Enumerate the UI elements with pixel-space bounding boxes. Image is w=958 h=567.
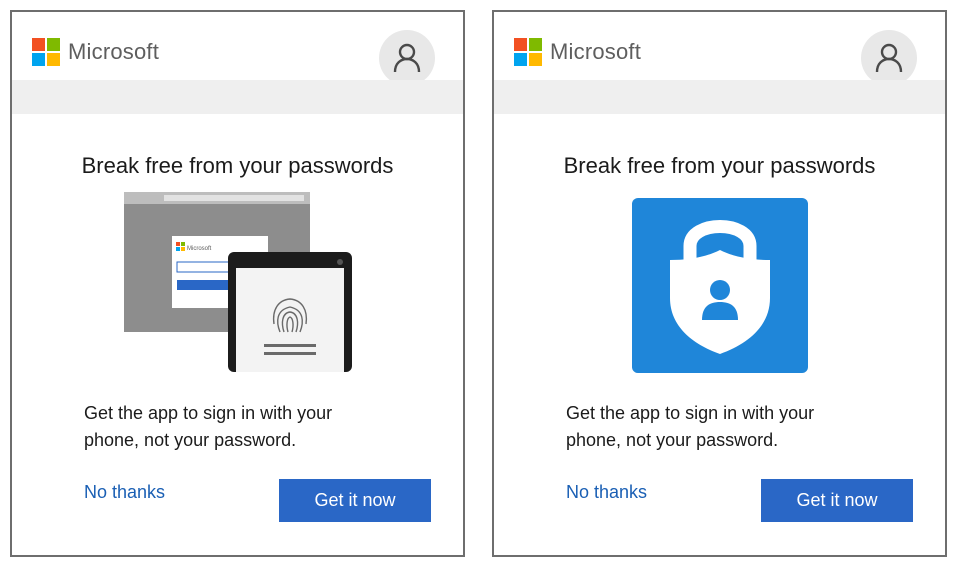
brand-name: Microsoft: [550, 39, 642, 64]
card-title: Break free from your passwords: [563, 153, 876, 178]
account-avatar-icon[interactable]: [379, 30, 435, 86]
no-thanks-link[interactable]: No thanks: [566, 482, 647, 503]
authenticator-shield-lock-icon: [632, 198, 808, 373]
sign-in-prompt-card-1: Microsoft Break free from your passwords…: [10, 10, 465, 557]
no-thanks-link[interactable]: No thanks: [84, 482, 165, 503]
header-divider-band: [12, 80, 463, 114]
laptop-phone-fingerprint-illustration: Microsoft: [124, 192, 354, 372]
get-it-now-button[interactable]: Get it now: [761, 479, 913, 522]
card-description: Get the app to sign in with your phone, …: [566, 403, 815, 450]
microsoft-logo-icon: [32, 38, 60, 66]
microsoft-logo-icon: [514, 38, 542, 66]
card-header: Microsoft: [494, 12, 945, 86]
get-it-now-button[interactable]: Get it now: [279, 479, 431, 522]
microsoft-logo: Microsoft: [32, 38, 159, 66]
card-description: Get the app to sign in with your phone, …: [84, 403, 333, 450]
brand-name: Microsoft: [68, 39, 160, 64]
header-divider-band: [494, 80, 945, 114]
illustration-brand-label: Microsoft: [187, 246, 212, 252]
card-header: Microsoft: [12, 12, 463, 86]
sign-in-prompt-card-2: Microsoft Break free from your passwords…: [492, 10, 947, 557]
card-title: Break free from your passwords: [81, 153, 394, 178]
microsoft-logo: Microsoft: [514, 38, 641, 66]
account-avatar-icon[interactable]: [861, 30, 917, 86]
